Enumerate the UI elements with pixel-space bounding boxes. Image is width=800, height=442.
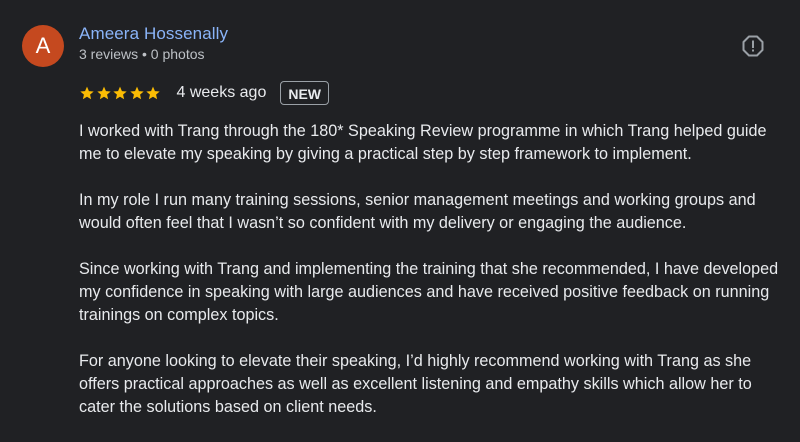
rating-row: 4 weeks ago NEW bbox=[79, 80, 330, 106]
review-paragraph: Since working with Trang and implementin… bbox=[79, 260, 779, 324]
star-icon bbox=[113, 86, 127, 100]
new-badge: NEW bbox=[280, 81, 330, 105]
star-rating bbox=[79, 85, 162, 101]
star-icon bbox=[146, 86, 160, 100]
star-icon bbox=[96, 86, 111, 100]
reviewer-name[interactable]: Ameera Hossenally bbox=[79, 24, 228, 44]
review-paragraph: In my role I run many training sessions,… bbox=[79, 191, 756, 232]
report-button[interactable] bbox=[742, 35, 764, 57]
star-icon bbox=[80, 86, 94, 100]
review-text: I worked with Trang through the 180* Spe… bbox=[79, 120, 791, 442]
avatar[interactable]: A bbox=[22, 25, 64, 67]
reviewer-meta: 3 reviews • 0 photos bbox=[79, 46, 205, 62]
report-flag-icon bbox=[742, 35, 764, 57]
review-paragraph: For anyone looking to elevate their spea… bbox=[79, 352, 752, 416]
review-paragraph: I worked with Trang through the 180* Spe… bbox=[79, 122, 767, 163]
review-card: A Ameera Hossenally 3 reviews • 0 photos… bbox=[0, 0, 800, 430]
review-date: 4 weeks ago bbox=[176, 84, 267, 101]
star-icon bbox=[129, 86, 144, 100]
